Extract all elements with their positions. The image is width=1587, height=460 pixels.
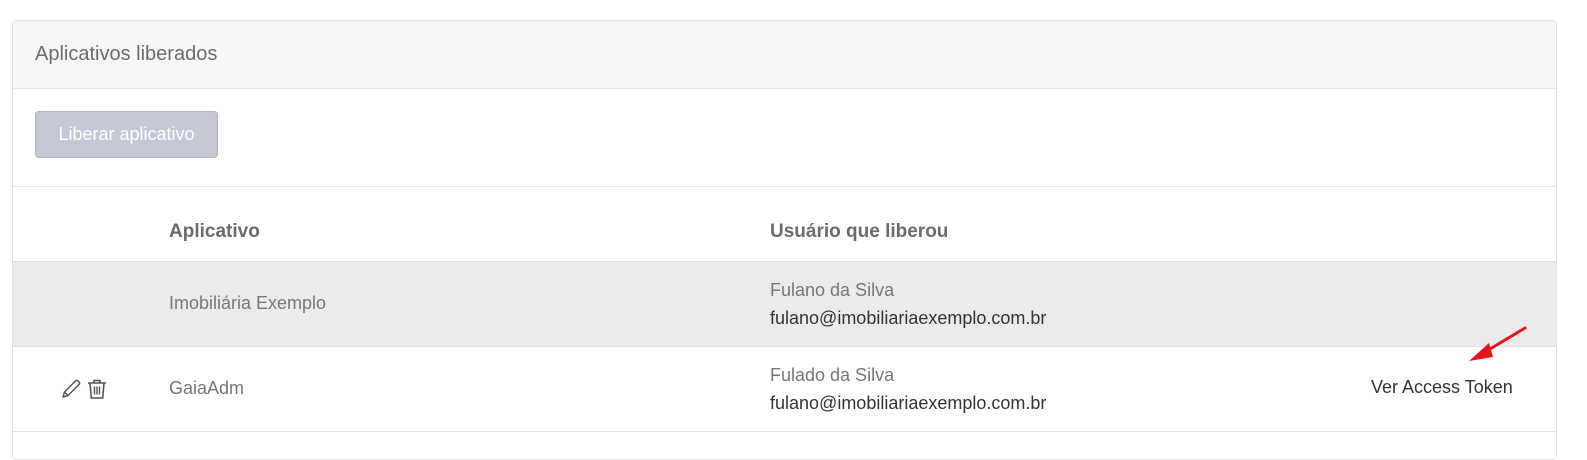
apps-table: Aplicativo Usuário que liberou Imobiliár…: [13, 187, 1556, 432]
panel-header: Aplicativos liberados: [13, 21, 1556, 89]
red-arrow-annotation: [1469, 326, 1527, 361]
user-email: fulano@imobiliariaexemplo.com.br: [770, 308, 1047, 328]
user-email: fulano@imobiliariaexemplo.com.br: [770, 393, 1047, 413]
column-header-aplicativo: Aplicativo: [169, 221, 260, 242]
toolbar: Liberar aplicativo: [13, 89, 1556, 187]
panel-title: Aplicativos liberados: [35, 43, 218, 65]
user-name: Fulano da Silva: [770, 280, 895, 300]
ver-access-token-link[interactable]: Ver Access Token: [1371, 377, 1513, 398]
user-name: Fulado da Silva: [770, 365, 895, 385]
table-row: GaiaAdm Fulado da Silva fulano@imobiliar…: [13, 347, 1556, 432]
app-name: Imobiliária Exemplo: [169, 293, 327, 313]
pencil-icon[interactable]: [59, 376, 83, 402]
table-header: Aplicativo Usuário que liberou: [13, 187, 1556, 262]
apps-panel: Aplicativos liberados Liberar aplicativo…: [12, 20, 1557, 460]
liberar-aplicativo-button[interactable]: Liberar aplicativo: [35, 111, 218, 158]
row-actions: [59, 376, 109, 402]
trash-icon[interactable]: [85, 376, 109, 402]
table-row: Imobiliária Exemplo Fulano da Silva fula…: [13, 262, 1556, 347]
app-name: GaiaAdm: [169, 378, 245, 398]
column-header-usuario: Usuário que liberou: [770, 221, 949, 242]
